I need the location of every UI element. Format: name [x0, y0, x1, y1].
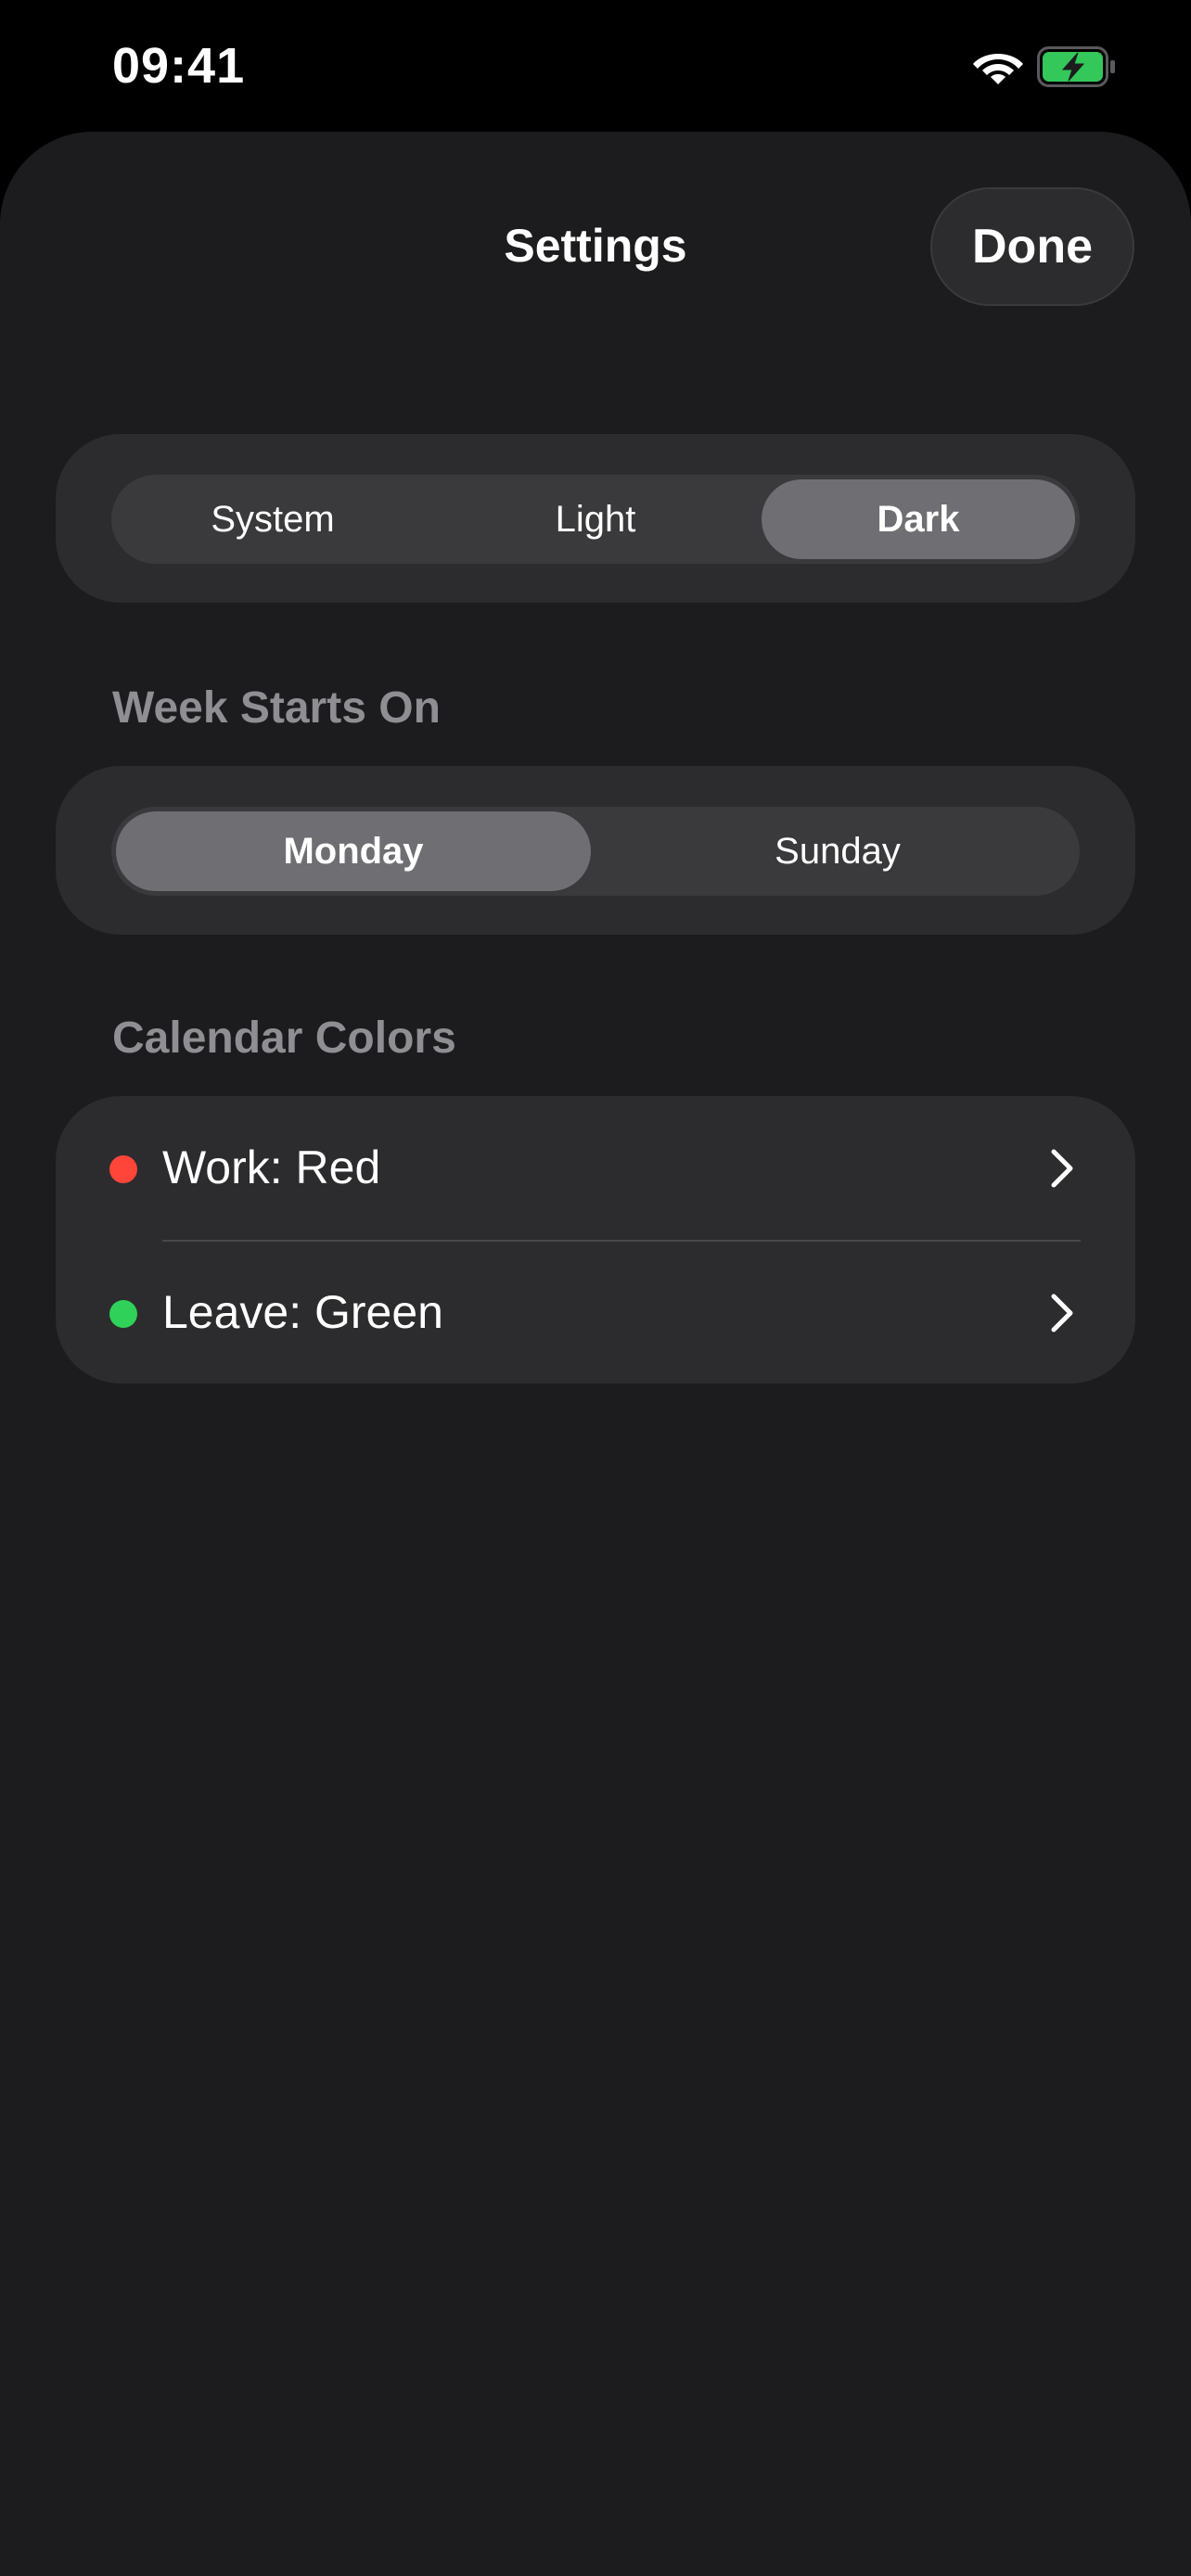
done-button[interactable]: Done — [930, 187, 1134, 306]
calendar-color-label: Work: Red — [162, 1141, 381, 1193]
appearance-option-light[interactable]: Light — [439, 479, 752, 559]
chevron-right-icon — [1051, 1149, 1073, 1188]
chevron-right-icon — [1051, 1294, 1073, 1333]
week-starts-on-header: Week Starts On — [112, 683, 441, 733]
calendar-colors-header: Calendar Colors — [112, 1014, 456, 1063]
week-start-segmented-control: Monday Sunday — [111, 807, 1080, 896]
appearance-option-system[interactable]: System — [116, 479, 429, 559]
color-dot — [109, 1300, 137, 1328]
calendar-color-label: Leave: Green — [162, 1286, 443, 1338]
wifi-icon — [973, 54, 1023, 84]
week-start-card: Monday Sunday — [56, 766, 1135, 935]
status-time: 09:41 — [112, 38, 246, 94]
appearance-card: System Light Dark — [56, 434, 1135, 603]
calendar-color-row-work[interactable]: Work: Red — [56, 1096, 1135, 1242]
calendar-colors-card: Work: Red Leave: Green — [56, 1096, 1135, 1384]
calendar-color-row-leave[interactable]: Leave: Green — [56, 1241, 1135, 1385]
week-start-option-sunday[interactable]: Sunday — [600, 811, 1075, 891]
appearance-option-dark[interactable]: Dark — [762, 479, 1075, 559]
color-dot — [109, 1155, 137, 1183]
settings-sheet: Settings Done System Light Dark Week Sta… — [0, 132, 1191, 2576]
week-start-option-monday[interactable]: Monday — [116, 811, 591, 891]
appearance-segmented-control: System Light Dark — [111, 475, 1080, 564]
battery-charging-icon — [1037, 46, 1115, 87]
status-bar: 09:41 — [0, 0, 1191, 132]
